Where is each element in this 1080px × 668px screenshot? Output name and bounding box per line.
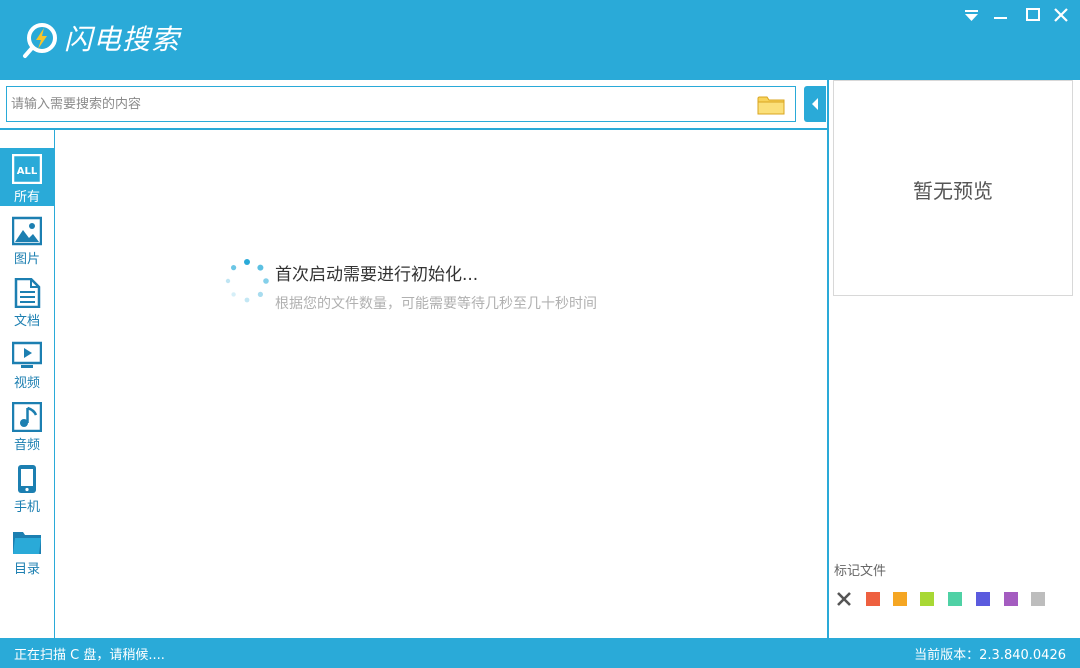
dropdown-icon bbox=[965, 10, 978, 21]
category-directory[interactable]: 目录 bbox=[0, 520, 54, 578]
status-bar: 正在扫描 C 盘，请稍候.... 当前版本：2.3.840.0426 bbox=[0, 638, 1080, 668]
close-button[interactable] bbox=[1050, 5, 1072, 25]
category-label: 所有 bbox=[13, 190, 40, 205]
init-title: 首次启动需要进行初始化... bbox=[275, 265, 479, 285]
collapse-preview-button[interactable] bbox=[804, 86, 826, 122]
mark-color-purple[interactable] bbox=[1004, 592, 1018, 606]
category-videos[interactable]: 视频 bbox=[0, 334, 54, 392]
init-subtitle: 根据您的文件数量，可能需要等待几秒至几十秒时间 bbox=[275, 296, 597, 312]
app-title: 闪电搜索 bbox=[64, 23, 181, 56]
scan-status: 正在扫描 C 盘，请稍候.... bbox=[14, 648, 165, 663]
category-sidebar: ALL 所有 图片 文档 视频 音频 手机 目录 bbox=[0, 130, 55, 638]
search-input[interactable] bbox=[11, 87, 751, 121]
category-label: 目录 bbox=[13, 562, 40, 577]
category-label: 文档 bbox=[13, 314, 40, 329]
preview-empty-text: 暂无预览 bbox=[913, 179, 993, 203]
mark-color-teal[interactable] bbox=[948, 592, 962, 606]
category-documents[interactable]: 文档 bbox=[0, 272, 54, 330]
category-pictures[interactable]: 图片 bbox=[0, 210, 54, 268]
clear-mark-icon[interactable] bbox=[836, 591, 852, 607]
mark-color-lime[interactable] bbox=[920, 592, 934, 606]
category-label: 视频 bbox=[13, 376, 40, 391]
svg-text:ALL: ALL bbox=[17, 166, 38, 177]
all-icon: ALL bbox=[12, 154, 42, 184]
preview-panel: 暂无预览 bbox=[833, 80, 1073, 296]
chevron-left-icon bbox=[812, 98, 818, 110]
document-icon bbox=[14, 278, 41, 308]
app-logo-icon bbox=[23, 23, 57, 58]
audio-icon bbox=[12, 402, 42, 432]
folder-icon[interactable] bbox=[757, 94, 785, 116]
version-label: 当前版本：2.3.840.0426 bbox=[914, 648, 1066, 663]
minimize-button[interactable] bbox=[990, 5, 1012, 25]
phone-icon bbox=[18, 465, 36, 493]
category-label: 手机 bbox=[13, 500, 40, 515]
category-audio[interactable]: 音频 bbox=[0, 396, 54, 454]
folder-icon bbox=[13, 532, 41, 554]
mark-files-title: 标记文件 bbox=[834, 564, 887, 579]
category-label: 图片 bbox=[13, 252, 40, 267]
results-area: 首次启动需要进行初始化... 根据您的文件数量，可能需要等待几秒至几十秒时间 bbox=[56, 130, 827, 638]
search-box bbox=[6, 86, 796, 122]
video-icon bbox=[12, 341, 42, 368]
picture-icon bbox=[12, 216, 42, 246]
maximize-button[interactable] bbox=[1022, 5, 1044, 25]
mark-color-gray[interactable] bbox=[1031, 592, 1045, 606]
menu-dropdown-button[interactable] bbox=[961, 5, 983, 25]
category-label: 音频 bbox=[13, 438, 40, 453]
panel-divider bbox=[827, 80, 829, 638]
minimize-icon bbox=[994, 17, 1007, 19]
title-bar: 闪电搜索 bbox=[0, 0, 1080, 80]
mark-color-blue[interactable] bbox=[976, 592, 990, 606]
mark-color-red[interactable] bbox=[866, 592, 880, 606]
category-phone[interactable]: 手机 bbox=[0, 458, 54, 516]
mark-color-orange[interactable] bbox=[893, 592, 907, 606]
maximize-icon bbox=[1026, 8, 1040, 21]
loading-spinner-icon bbox=[225, 259, 269, 303]
category-all[interactable]: ALL 所有 bbox=[0, 148, 54, 206]
close-icon bbox=[1054, 8, 1068, 22]
